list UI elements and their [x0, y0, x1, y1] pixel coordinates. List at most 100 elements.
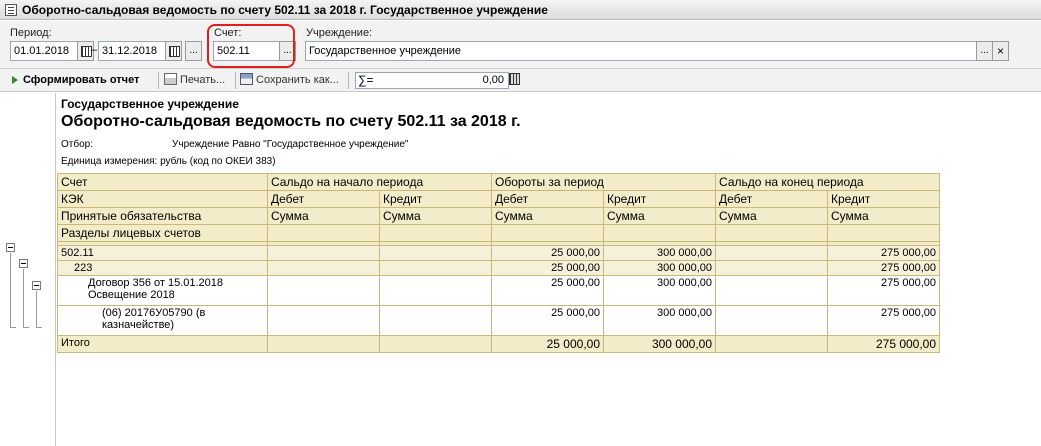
- period-from-input[interactable]: 01.01.2018: [10, 41, 78, 61]
- row-label: (06) 20176У05790 (в казначействе): [57, 305, 268, 336]
- tree-line: [23, 269, 24, 327]
- table-row[interactable]: Договор 356 от 15.01.2018 Освещение 2018…: [57, 275, 941, 306]
- total-closing-debit: [715, 335, 829, 353]
- header-row: Принятые обязательства Сумма Сумма Сумма…: [57, 207, 941, 225]
- tree-line: [36, 327, 42, 328]
- toolbar-separator: [158, 72, 159, 89]
- total-opening-credit: [379, 335, 492, 353]
- header-obligations: Принятые обязательства: [57, 207, 268, 225]
- header-turnover: Обороты за период: [490, 173, 717, 191]
- header-sections: Разделы лицевых счетов: [57, 224, 268, 242]
- header-closing-credit: Кредит: [827, 190, 941, 208]
- collapse-level3-icon[interactable]: [32, 281, 41, 290]
- report-organization: Государственное учреждение: [61, 97, 239, 111]
- header-kek: КЭК: [57, 190, 268, 208]
- cell-turnover-debit: 25 000,00: [491, 275, 604, 306]
- table-row[interactable]: 502.11 25 000,00 300 000,00 275 000,00: [57, 245, 941, 261]
- row-label: 502.11: [57, 245, 268, 261]
- report-unit: Единица измерения: рубль (код по ОКЕИ 38…: [61, 156, 276, 167]
- total-opening-debit: [267, 335, 380, 353]
- cell-opening-debit: [267, 275, 380, 306]
- tree-line: [10, 327, 16, 328]
- report-filter-label: Отбор:: [61, 139, 93, 150]
- header-turnover-credit: Кредит: [602, 190, 717, 208]
- filter-panel: Период: 01.01.2018 – 31.12.2018 ... Счет…: [0, 21, 1041, 69]
- account-highlight: [207, 24, 295, 68]
- header-amount: Сумма: [715, 207, 829, 225]
- table-row[interactable]: 223 25 000,00 300 000,00 275 000,00: [57, 260, 941, 276]
- cell-opening-debit: [267, 245, 380, 261]
- total-closing-credit: 275 000,00: [827, 335, 941, 353]
- header-account: Счет: [57, 173, 268, 191]
- title-bar: Оборотно-сальдовая ведомость по счету 50…: [0, 0, 1041, 20]
- period-to-input[interactable]: 31.12.2018: [98, 41, 166, 61]
- calculator-icon[interactable]: [509, 73, 520, 85]
- report-title: Оборотно-сальдовая ведомость по счету 50…: [61, 113, 521, 130]
- play-icon: [12, 76, 18, 84]
- cell-opening-debit: [267, 305, 380, 336]
- report-table: Счет Сальдо на начало периода Обороты за…: [57, 173, 941, 353]
- table-row[interactable]: (06) 20176У05790 (в казначействе) 25 000…: [57, 305, 941, 336]
- header-amount: Сумма: [379, 207, 492, 225]
- print-button[interactable]: Печать...: [164, 72, 225, 89]
- header-amount: Сумма: [267, 207, 380, 225]
- cell-closing-credit: 275 000,00: [827, 305, 941, 336]
- tree-line: [36, 291, 37, 327]
- header-row: КЭК Дебет Кредит Дебет Кредит Дебет Кред…: [57, 190, 941, 208]
- header-opening-credit: Кредит: [379, 190, 492, 208]
- header-amount: Сумма: [827, 207, 941, 225]
- generate-report-button[interactable]: Сформировать отчет: [12, 72, 139, 89]
- header-row: Разделы лицевых счетов: [57, 224, 941, 242]
- grouping-gutter: [0, 93, 56, 446]
- institution-input[interactable]: Государственное учреждение: [305, 41, 977, 61]
- calendar-to-icon[interactable]: [165, 41, 182, 61]
- save-as-label: Сохранить как...: [256, 74, 339, 86]
- cell-turnover-credit: 300 000,00: [602, 245, 717, 261]
- generate-report-label: Сформировать отчет: [23, 74, 140, 86]
- period-dash: –: [91, 44, 98, 56]
- tree-line: [23, 327, 29, 328]
- row-label: Договор 356 от 15.01.2018 Освещение 2018: [57, 275, 268, 306]
- sum-sign: ∑=: [358, 73, 374, 87]
- cell-closing-credit: 275 000,00: [827, 260, 941, 276]
- row-label: 223: [57, 260, 268, 276]
- cell-opening-credit: [379, 305, 492, 336]
- cell-opening-credit: [379, 245, 492, 261]
- institution-select-button[interactable]: ...: [976, 41, 993, 61]
- period-select-button[interactable]: ...: [185, 41, 202, 61]
- tree-line: [10, 253, 11, 327]
- header-closing-debit: Дебет: [715, 190, 829, 208]
- header-closing: Сальдо на конец периода: [715, 173, 941, 191]
- collapse-level2-icon[interactable]: [19, 259, 28, 268]
- sum-field[interactable]: ∑= 0,00: [355, 72, 509, 89]
- cell-closing-debit: [715, 245, 829, 261]
- total-row[interactable]: Итого 25 000,00 300 000,00 275 000,00: [57, 335, 941, 353]
- header-amount: Сумма: [602, 207, 717, 225]
- cell-closing-credit: 275 000,00: [827, 245, 941, 261]
- cell-opening-credit: [379, 275, 492, 306]
- header-turnover-debit: Дебет: [491, 190, 604, 208]
- total-turnover-debit: 25 000,00: [491, 335, 604, 353]
- cell-closing-credit: 275 000,00: [827, 275, 941, 306]
- toolbar: Сформировать отчет Печать... Сохранить к…: [0, 69, 1041, 92]
- save-as-button[interactable]: Сохранить как...: [240, 72, 339, 89]
- header-amount: Сумма: [491, 207, 604, 225]
- print-label: Печать...: [180, 74, 226, 86]
- institution-clear-button[interactable]: ×: [992, 41, 1009, 61]
- report-filter-value: Учреждение Равно "Государственное учрежд…: [172, 139, 409, 150]
- cell-turnover-debit: 25 000,00: [491, 305, 604, 336]
- save-icon: [240, 73, 253, 85]
- toolbar-separator: [348, 72, 349, 89]
- institution-label: Учреждение:: [306, 27, 373, 39]
- report-area[interactable]: Государственное учреждение Оборотно-саль…: [0, 93, 1041, 446]
- toolbar-separator: [235, 72, 236, 89]
- printer-icon: [164, 73, 177, 85]
- header-row: Счет Сальдо на начало периода Обороты за…: [57, 173, 941, 191]
- header-opening: Сальдо на начало периода: [267, 173, 492, 191]
- collapse-level1-icon[interactable]: [6, 243, 15, 252]
- cell-opening-credit: [379, 260, 492, 276]
- period-label: Период:: [10, 27, 52, 39]
- cell-turnover-debit: 25 000,00: [491, 260, 604, 276]
- sum-value: 0,00: [482, 74, 504, 86]
- cell-closing-debit: [715, 275, 829, 306]
